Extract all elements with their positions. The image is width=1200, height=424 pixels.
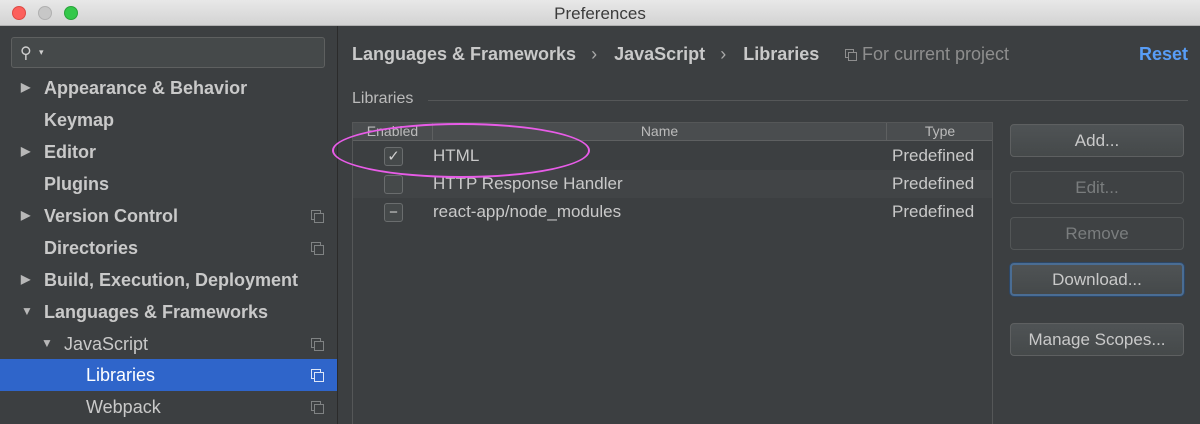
sidebar-item-libraries[interactable]: Libraries — [0, 359, 337, 391]
enabled-checkbox[interactable] — [384, 175, 403, 194]
sidebar-item-keymap[interactable]: Keymap — [0, 104, 337, 136]
sidebar-item-editor[interactable]: ▶ Editor — [0, 136, 337, 168]
panel-divider[interactable] — [337, 26, 338, 424]
reset-link[interactable]: Reset — [1139, 44, 1188, 65]
column-header-type[interactable]: Type — [887, 123, 992, 141]
breadcrumb-item: JavaScript — [614, 44, 706, 64]
sidebar-item-version-control[interactable]: ▶ Version Control — [0, 200, 337, 232]
sidebar-item-label: Keymap — [44, 110, 115, 130]
breadcrumb-separator: › — [720, 44, 727, 64]
sidebar-item-plugins[interactable]: Plugins — [0, 168, 337, 200]
breadcrumb: Languages & Frameworks › JavaScript › Li… — [352, 44, 829, 65]
remove-button[interactable]: Remove — [1010, 217, 1184, 250]
project-copy-icon — [311, 401, 324, 414]
sidebar-item-label: Languages & Frameworks — [44, 302, 269, 322]
highlight-ellipse-annotation — [332, 123, 590, 178]
sidebar-item-webpack[interactable]: Webpack — [0, 391, 337, 423]
section-title: Libraries — [352, 90, 414, 107]
sidebar-item-label: Appearance & Behavior — [44, 78, 248, 98]
settings-sidebar: ⚲ ▾ ▶ Appearance & Behavior Keymap ▶ Edi… — [0, 26, 337, 424]
window-title: Preferences — [554, 4, 646, 23]
chevron-down-icon: ▾ — [39, 47, 44, 57]
sidebar-item-label: Build, Execution, Deployment — [44, 270, 299, 290]
expand-arrow-icon[interactable]: ▶ — [21, 80, 30, 94]
enabled-checkbox[interactable]: − — [384, 203, 403, 222]
sidebar-item-label: Directories — [44, 238, 139, 258]
collapse-arrow-icon[interactable]: ▼ — [21, 304, 33, 318]
sidebar-item-label: Version Control — [44, 206, 179, 226]
scope-label: For current project — [862, 44, 1010, 64]
sidebar-item-build-execution-deployment[interactable]: ▶ Build, Execution, Deployment — [0, 264, 337, 296]
project-scope-icon — [845, 49, 857, 61]
breadcrumb-separator: › — [591, 44, 598, 64]
sidebar-item-label: Webpack — [86, 397, 161, 417]
search-input[interactable]: ⚲ ▾ — [11, 37, 325, 68]
expand-arrow-icon[interactable]: ▶ — [21, 208, 30, 222]
edit-button[interactable]: Edit... — [1010, 171, 1184, 204]
expand-arrow-icon[interactable]: ▶ — [21, 272, 30, 286]
sidebar-item-javascript[interactable]: ▼ JavaScript — [0, 328, 337, 360]
sidebar-item-label: JavaScript — [64, 334, 149, 354]
library-name: react-app/node_modules — [433, 202, 622, 221]
manage-scopes-button[interactable]: Manage Scopes... — [1010, 323, 1184, 356]
add-button[interactable]: Add... — [1010, 124, 1184, 157]
sidebar-item-label: Libraries — [86, 365, 156, 385]
download-button[interactable]: Download... — [1010, 263, 1184, 296]
expand-arrow-icon[interactable]: ▶ — [21, 144, 30, 158]
project-copy-icon — [311, 338, 324, 351]
library-type: Predefined — [892, 202, 975, 221]
search-icon: ⚲ — [20, 45, 32, 62]
sidebar-item-appearance-behavior[interactable]: ▶ Appearance & Behavior — [0, 72, 337, 104]
breadcrumb-item: Libraries — [743, 44, 820, 64]
table-row[interactable]: − react-app/node_modules Predefined — [353, 198, 992, 226]
sidebar-item-label: Editor — [44, 142, 96, 162]
sidebar-item-languages-frameworks[interactable]: ▼ Languages & Frameworks — [0, 296, 337, 328]
sidebar-item-label: Plugins — [44, 174, 110, 194]
sidebar-item-directories[interactable]: Directories — [0, 232, 337, 264]
section-divider — [428, 100, 1188, 101]
library-type: Predefined — [892, 146, 975, 165]
project-copy-icon — [311, 369, 324, 382]
project-copy-icon — [311, 242, 324, 255]
collapse-arrow-icon[interactable]: ▼ — [41, 336, 53, 350]
title-bar: Preferences — [0, 0, 1200, 26]
library-type: Predefined — [892, 174, 975, 193]
breadcrumb-item: Languages & Frameworks — [352, 44, 577, 64]
project-copy-icon — [311, 210, 324, 223]
